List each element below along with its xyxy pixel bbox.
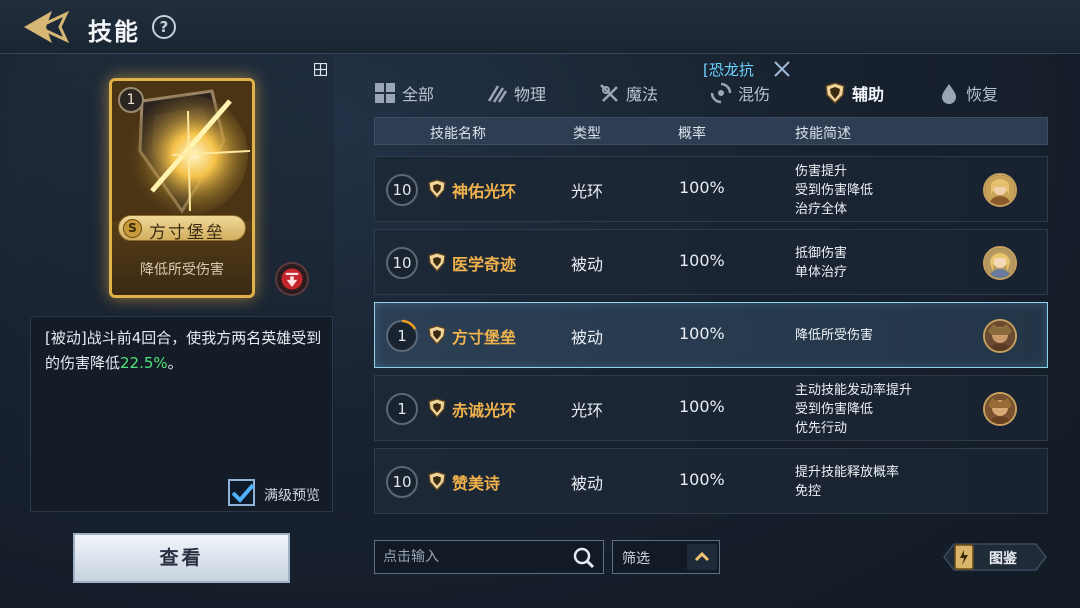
shield-icon	[428, 179, 446, 199]
max-level-preview-checkbox[interactable]	[228, 479, 255, 506]
col-name: 技能名称	[430, 126, 486, 142]
card-level-badge: 1	[118, 87, 144, 113]
skill-type: 被动	[571, 328, 604, 347]
skill-description-box: [被动]战斗前4回合，使我方两名英雄受到的伤害降低22.5%。	[30, 316, 333, 512]
skill-rate: 100%	[679, 470, 725, 489]
codex-label: 图鉴	[989, 551, 1017, 567]
filter-label: 筛选	[622, 551, 650, 567]
mixed-icon	[710, 82, 732, 104]
skill-rate: 100%	[679, 178, 725, 197]
tab-physical[interactable]: 物理	[486, 78, 546, 108]
tab-recovery[interactable]: 恢复	[938, 78, 998, 108]
card-name: 方寸堡垒	[149, 223, 225, 243]
skill-name: 赤诚光环	[452, 401, 517, 420]
view-button[interactable]: 查看	[73, 533, 290, 583]
search-field[interactable]	[374, 540, 604, 574]
skill-brief: 降低所受伤害	[795, 328, 874, 343]
tab-all[interactable]: 全部	[374, 78, 434, 108]
hero-avatar[interactable]	[983, 173, 1017, 207]
card-short-desc: 降低所受伤害	[140, 262, 224, 278]
skill-brief: 抵御伤害 单体治疗	[795, 246, 848, 280]
filter-toggle[interactable]	[687, 544, 717, 570]
skill-brief: 主动技能发动率提升 受到伤害降低 优先行动	[795, 383, 913, 436]
shield-icon	[428, 325, 446, 345]
skill-name: 方寸堡垒	[452, 328, 517, 347]
grid-icon	[375, 83, 395, 103]
droplet-icon	[942, 84, 956, 104]
claw-icon	[487, 85, 508, 103]
table-row[interactable]: 10 医学奇迹 被动 100% 抵御伤害 单体治疗	[374, 229, 1048, 295]
skill-brief: 伤害提升 受到伤害降低 治疗全体	[795, 164, 874, 217]
skill-table-header: 技能名称 类型 概率 技能简述	[374, 117, 1048, 145]
checkmark-icon	[231, 483, 255, 503]
skill-name: 神佑光环	[452, 182, 517, 201]
skill-description: [被动]战斗前4回合，使我方两名英雄受到的伤害降低22.5%。	[45, 329, 322, 372]
skill-type: 被动	[571, 474, 604, 493]
chevron-up-icon	[694, 551, 710, 562]
table-row[interactable]: 1 赤诚光环 光环 100% 主动技能发动率提升 受到伤害降低 优先行动	[374, 375, 1048, 441]
skill-rate: 100%	[679, 397, 725, 416]
table-row[interactable]: 10 赞美诗 被动 100% 提升技能释放概率 免控	[374, 448, 1048, 514]
skill-rate: 100%	[679, 324, 725, 343]
hero-portrait-icon	[985, 321, 1015, 351]
skill-type: 光环	[571, 182, 604, 201]
codex-button[interactable]: 图鉴	[942, 540, 1048, 574]
shield-icon	[428, 398, 446, 418]
hero-avatar[interactable]	[983, 392, 1017, 426]
shield-icon	[825, 82, 845, 104]
hero-portrait-icon	[985, 175, 1015, 205]
hero-avatar[interactable]	[983, 246, 1017, 280]
hero-avatar[interactable]	[983, 319, 1017, 353]
shield-icon	[428, 471, 446, 491]
tab-mixed[interactable]: 混伤	[710, 78, 770, 108]
skill-rate: 100%	[679, 251, 725, 270]
unequip-arrow-icon[interactable]	[275, 262, 309, 296]
skill-name: 赞美诗	[452, 474, 501, 493]
tab-support[interactable]: 辅助	[824, 78, 884, 108]
hero-portrait-icon	[985, 248, 1015, 278]
skill-brief: 提升技能释放概率 免控	[795, 465, 900, 499]
close-icon[interactable]	[772, 59, 792, 79]
magic-icon	[600, 84, 618, 102]
grid-small-icon	[314, 63, 327, 76]
help-button[interactable]: ?	[152, 15, 176, 39]
table-row-selected[interactable]: 1 方寸堡垒 被动 100% 降低所受伤害	[374, 302, 1048, 368]
back-arrow-icon[interactable]	[22, 8, 76, 46]
skill-type: 光环	[571, 401, 604, 420]
max-level-preview-label: 满级预览	[264, 488, 320, 504]
filter-dropdown[interactable]: 筛选	[612, 540, 720, 574]
highlight-value: 22.5%	[120, 354, 168, 372]
search-input[interactable]	[383, 546, 563, 568]
page-title: 技能	[88, 18, 140, 46]
category-tabs: 全部 物理 魔法 混伤 辅助 恢复	[372, 78, 1032, 108]
skill-card[interactable]: 1 S 方寸堡垒 降低所受伤害	[109, 78, 255, 298]
hero-portrait-icon	[985, 394, 1015, 424]
table-row[interactable]: 10 神佑光环 光环 100% 伤害提升 受到伤害降低 治疗全体	[374, 156, 1048, 222]
col-brief: 技能简述	[795, 126, 851, 142]
skill-name: 医学奇迹	[452, 255, 517, 274]
search-icon[interactable]	[573, 547, 595, 569]
col-rate: 概率	[678, 126, 706, 142]
card-name-plate: S 方寸堡垒	[118, 215, 246, 243]
shield-icon	[428, 252, 446, 272]
tab-magic[interactable]: 魔法	[598, 78, 658, 108]
col-type: 类型	[573, 126, 601, 142]
skill-type: 被动	[571, 255, 604, 274]
grade-badge: S	[123, 219, 142, 238]
top-bar: 技能 ?	[0, 0, 1080, 54]
